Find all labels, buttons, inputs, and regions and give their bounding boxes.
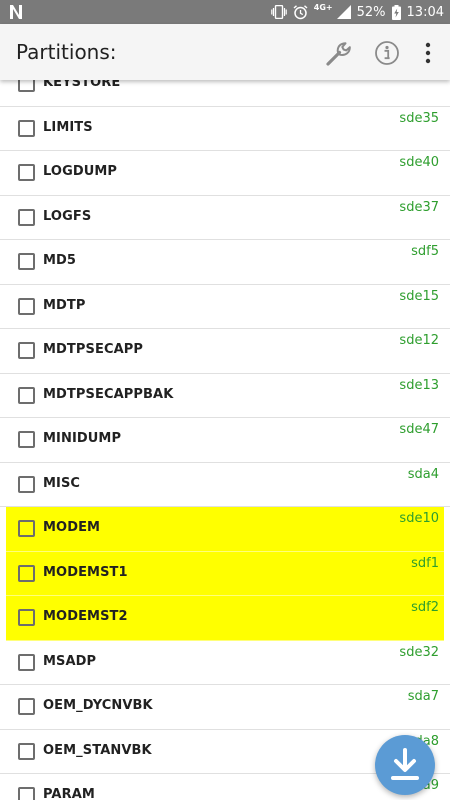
partition-name: MODEMST1 bbox=[43, 564, 128, 580]
partition-row[interactable]: MISC sda4 bbox=[0, 462, 450, 507]
partition-list[interactable]: KEYSTORE sde8 LIMITS sde35 LOGDUMP sde40 LOGFS… bbox=[0, 80, 450, 800]
partition-name: MD5 bbox=[43, 253, 77, 268]
n-notification-icon bbox=[10, 5, 22, 19]
partition-name: MDTP bbox=[43, 297, 86, 313]
partition-name: MODEM bbox=[43, 520, 101, 535]
partition-row[interactable]: KEYSTORE sde8 bbox=[0, 80, 450, 107]
partition-name: MDTPSECAPPBAK bbox=[43, 386, 174, 402]
download-button[interactable] bbox=[375, 735, 435, 795]
partition-row[interactable]: MODEMST1 sdf1 bbox=[6, 551, 444, 596]
network-type: 4G+ bbox=[313, 3, 333, 12]
download-icon bbox=[391, 748, 419, 780]
partition-name: LIMITS bbox=[43, 119, 93, 135]
partition-device: sde47 bbox=[399, 422, 439, 437]
partition-checkbox[interactable] bbox=[18, 431, 35, 448]
clock: 13:04 bbox=[406, 4, 444, 20]
partition-row[interactable]: MINIDUMP sde47 bbox=[0, 418, 450, 463]
alarm-icon bbox=[293, 4, 308, 19]
partition-row[interactable]: LIMITS sde35 bbox=[0, 106, 450, 151]
vibrate-icon bbox=[270, 5, 287, 19]
partition-checkbox[interactable] bbox=[18, 342, 35, 359]
partition-name: OEM_DYCNVBK bbox=[43, 698, 153, 713]
partition-name: OEM_STANVBK bbox=[43, 742, 152, 758]
partition-checkbox[interactable] bbox=[18, 564, 35, 582]
partition-checkbox[interactable] bbox=[18, 742, 35, 760]
partition-device: sdf5 bbox=[411, 244, 439, 259]
partition-device: sde10 bbox=[399, 511, 439, 526]
partition-name: LOGFS bbox=[43, 208, 92, 224]
partition-row[interactable]: LOGFS sde37 bbox=[0, 195, 450, 240]
partition-device: sda7 bbox=[407, 689, 439, 704]
partition-checkbox[interactable] bbox=[18, 80, 35, 92]
partition-name: MSADP bbox=[43, 653, 97, 669]
app-bar: Partitions: bbox=[0, 24, 450, 80]
partition-checkbox[interactable] bbox=[18, 386, 35, 404]
partition-checkbox[interactable] bbox=[18, 208, 35, 226]
info-icon[interactable] bbox=[374, 40, 400, 66]
partition-device: sde15 bbox=[399, 288, 439, 304]
partition-row[interactable]: MODEM sde10 bbox=[6, 507, 444, 552]
battery-percent: 52% bbox=[356, 4, 386, 20]
partition-device: sde8 bbox=[408, 80, 439, 81]
partition-checkbox[interactable] bbox=[18, 119, 35, 137]
partition-name: KEYSTORE bbox=[43, 80, 121, 90]
partition-row[interactable]: MD5 sdf5 bbox=[0, 240, 450, 285]
partition-row[interactable]: MSADP sde32 bbox=[0, 640, 450, 685]
status-bar: 4G+ 52% 13:04 bbox=[0, 0, 450, 24]
partition-name: MDTPSECAPP bbox=[43, 342, 144, 357]
partition-checkbox[interactable] bbox=[18, 698, 35, 715]
partition-name: MODEMST2 bbox=[43, 609, 128, 624]
partition-name: MISC bbox=[43, 475, 81, 491]
partition-device: sde32 bbox=[399, 644, 439, 660]
partition-checkbox[interactable] bbox=[18, 297, 35, 315]
wrench-icon[interactable] bbox=[324, 39, 354, 69]
partition-device: sde12 bbox=[399, 333, 439, 348]
partition-list-content: KEYSTORE sde8 LIMITS sde35 LOGDUMP sde40 LOGFS… bbox=[0, 80, 450, 800]
partition-checkbox[interactable] bbox=[18, 164, 35, 181]
partition-device: sde37 bbox=[399, 199, 439, 215]
partition-checkbox[interactable] bbox=[18, 475, 35, 493]
partition-name: PARAM bbox=[43, 787, 95, 800]
partition-device: sde13 bbox=[399, 377, 439, 393]
partition-checkbox[interactable] bbox=[18, 653, 35, 671]
partition-row[interactable]: MDTP sde15 bbox=[0, 284, 450, 329]
partition-device: sda4 bbox=[407, 466, 439, 482]
partition-row[interactable]: MDTPSECAPPBAK sde13 bbox=[0, 373, 450, 418]
partition-device: sde35 bbox=[399, 110, 439, 126]
partition-checkbox[interactable] bbox=[18, 520, 35, 537]
more-vert-icon[interactable] bbox=[418, 40, 438, 66]
page-title: Partitions: bbox=[16, 40, 117, 64]
partition-row[interactable]: LOGDUMP sde40 bbox=[0, 151, 450, 196]
battery-charging-icon bbox=[391, 4, 401, 20]
partition-device: sde40 bbox=[399, 155, 439, 170]
partition-device: sdf2 bbox=[411, 600, 439, 615]
partition-row[interactable]: MDTPSECAPP sde12 bbox=[0, 329, 450, 374]
partition-checkbox[interactable] bbox=[18, 253, 35, 270]
partition-name: LOGDUMP bbox=[43, 164, 118, 179]
partition-name: MINIDUMP bbox=[43, 431, 122, 446]
partition-row[interactable]: MODEMST2 sdf2 bbox=[6, 596, 444, 641]
partition-checkbox[interactable] bbox=[18, 787, 35, 800]
partition-row[interactable]: OEM_DYCNVBK sda7 bbox=[0, 685, 450, 730]
partition-checkbox[interactable] bbox=[18, 609, 35, 626]
partition-device: sdf1 bbox=[411, 555, 439, 571]
signal-icon bbox=[336, 5, 351, 19]
